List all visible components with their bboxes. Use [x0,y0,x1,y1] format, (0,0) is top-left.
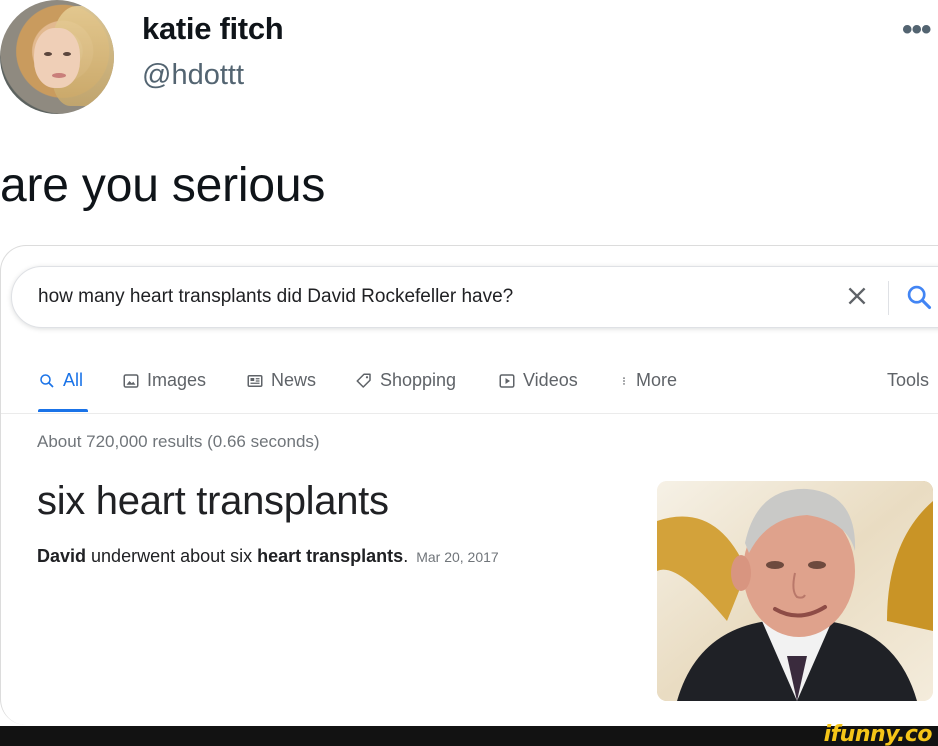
search-icon [40,373,54,388]
snippet-text: underwent about six [86,546,258,566]
tab-shopping[interactable]: Shopping [355,370,456,391]
snippet-text: . [403,546,409,566]
active-tab-indicator [38,409,88,412]
tab-label: More [636,370,678,390]
search-tabs: All Images News Shopping Videos More Too… [1,364,938,414]
tab-images[interactable]: Images [122,370,206,391]
result-stats: About 720,000 results (0.66 seconds) [37,432,320,451]
footer-bar [0,726,938,746]
snippet-bold-text: heart transplants [257,546,404,566]
tweet-text: are you serious [0,159,326,212]
watermark-logo: ifunny.co [823,722,933,746]
search-input[interactable]: how many heart transplants did David Roc… [38,286,513,308]
play-icon [499,373,515,388]
search-box[interactable]: how many heart transplants did David Roc… [11,266,938,328]
featured-answer-title: six heart transplants [37,479,389,523]
divider [888,281,889,315]
featured-image[interactable] [657,481,933,701]
tab-label: Videos [523,370,578,390]
more-options-icon[interactable]: ••• [902,15,931,45]
tab-label: News [271,370,317,390]
tab-videos[interactable]: Videos [498,370,578,391]
tab-news[interactable]: News [246,370,316,391]
tag-icon [356,373,371,388]
avatar[interactable] [0,0,114,114]
news-icon [247,374,263,387]
image-icon [123,373,139,388]
snippet-bold-text: David [37,546,87,566]
tab-label: Images [147,370,207,390]
tab-more[interactable]: More [619,370,677,391]
tab-all[interactable]: All [38,370,83,391]
tab-label: All [63,370,84,390]
tools-button[interactable]: Tools [887,370,929,391]
embedded-screenshot: how many heart transplants did David Roc… [0,245,938,725]
more-vertical-icon [623,376,625,385]
display-name[interactable]: katie fitch [142,11,284,47]
featured-snippet: David underwent about six heart transpla… [37,546,499,567]
portrait-image [657,481,933,701]
search-icon[interactable] [905,283,933,311]
tab-label: Shopping [380,370,457,390]
clear-icon[interactable] [844,283,870,309]
user-handle[interactable]: @hdottt [142,59,244,92]
snippet-date: Mar 20, 2017 [416,549,499,565]
